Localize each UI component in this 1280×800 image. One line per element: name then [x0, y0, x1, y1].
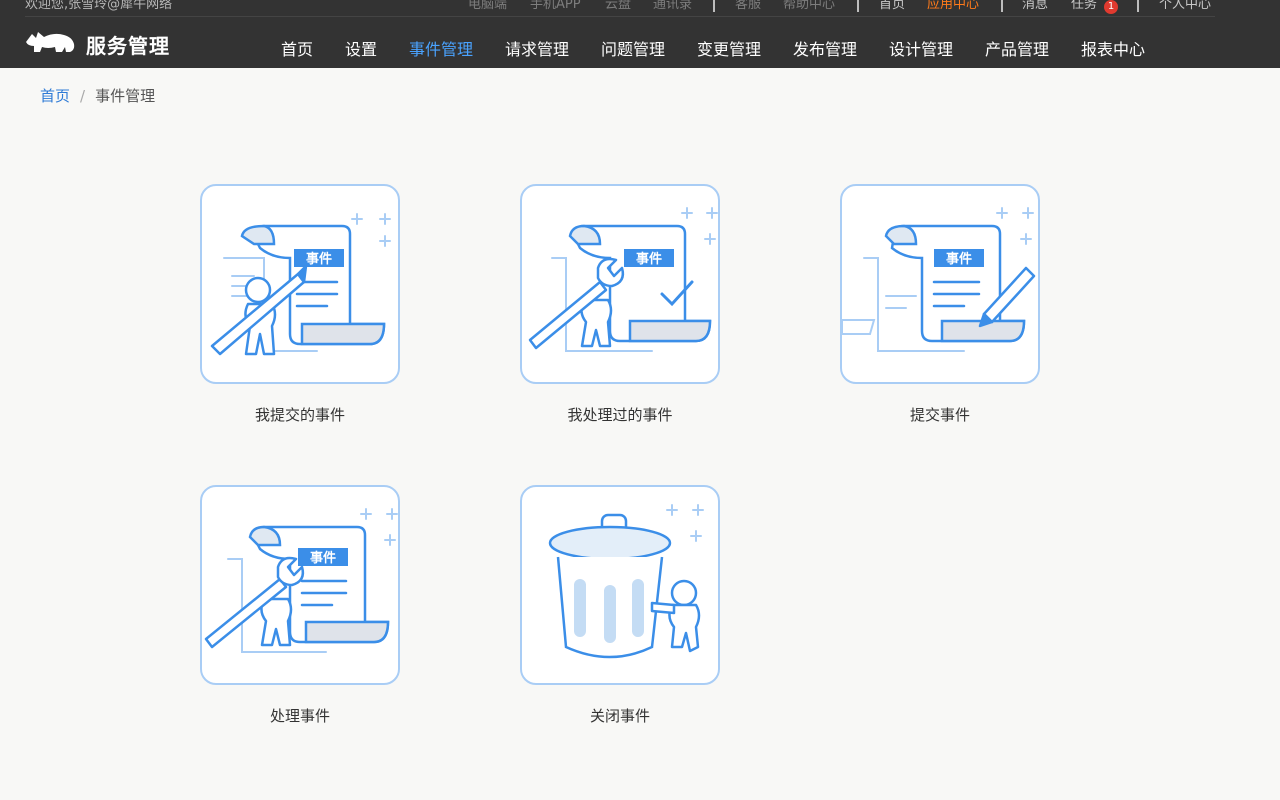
logo-text: 服务管理	[86, 34, 170, 58]
card-label: 我提交的事件	[254, 406, 345, 424]
rhino-logo-icon	[26, 32, 75, 52]
breadcrumb-home[interactable]: 首页	[40, 87, 70, 105]
card-icon-box: 事件	[200, 485, 400, 685]
header: 欢迎您,张雪玲@犀牛网络 电脑端 手机APP 云盘 通讯录 客服 帮助中心 首页…	[0, 0, 1280, 68]
top-divider	[713, 0, 715, 12]
nav-item-request-management[interactable]: 请求管理	[505, 36, 569, 60]
breadcrumb: 首页 / 事件管理	[40, 85, 155, 106]
card-label: 关闭事件	[589, 707, 650, 725]
card-submit-incident[interactable]: 事件 提交事件	[840, 184, 1040, 424]
trash-can-person-icon	[548, 504, 704, 659]
nav-item-product-management[interactable]: 产品管理	[985, 36, 1049, 60]
card-icon-box: 事件	[840, 184, 1040, 384]
welcome-text: 欢迎您,张雪玲@犀牛网络	[25, 0, 173, 12]
top-link-contacts[interactable]: 通讯录	[653, 0, 692, 12]
document-wrench-person-icon: 事件	[204, 508, 398, 653]
card-icon-box: 事件	[200, 184, 400, 384]
nav-item-release-management[interactable]: 发布管理	[793, 36, 857, 60]
card-my-submitted-incidents[interactable]: 事件 我提交的事件	[200, 184, 400, 424]
breadcrumb-current: 事件管理	[95, 87, 156, 105]
card-icon-box: 事件	[520, 184, 720, 384]
card-close-incident[interactable]: 关闭事件	[520, 485, 720, 725]
top-link-home[interactable]: 首页	[879, 0, 905, 12]
document-wrench-check-icon: 事件	[528, 207, 718, 352]
card-badge-text: 事件	[306, 251, 332, 267]
nav-item-design-management[interactable]: 设计管理	[889, 36, 953, 60]
top-link-mobile-app[interactable]: 手机APP	[530, 0, 581, 12]
task-count-badge: 1	[1104, 0, 1118, 14]
card-badge-text: 事件	[946, 251, 972, 267]
top-link-profile[interactable]: 个人中心	[1159, 0, 1211, 12]
card-badge-text: 事件	[636, 251, 662, 267]
card-label: 处理事件	[269, 707, 330, 725]
top-link-pc[interactable]: 电脑端	[468, 0, 507, 12]
card-icon-box	[520, 485, 720, 685]
top-divider	[857, 0, 859, 12]
nav-item-settings[interactable]: 设置	[345, 36, 377, 60]
top-divider	[1001, 0, 1003, 12]
nav-item-home[interactable]: 首页	[281, 36, 313, 60]
top-link-messages[interactable]: 消息	[1022, 0, 1048, 12]
document-pencil-person-icon: 事件	[210, 213, 391, 356]
top-divider	[1137, 0, 1139, 12]
breadcrumb-separator: /	[80, 87, 86, 105]
nav-item-change-management[interactable]: 变更管理	[697, 36, 761, 60]
card-handle-incident[interactable]: 事件 处理事件	[200, 485, 400, 725]
nav-item-problem-management[interactable]: 问题管理	[601, 36, 665, 60]
top-link-service[interactable]: 客服	[735, 0, 761, 12]
card-label: 提交事件	[909, 406, 970, 424]
top-link-tasks[interactable]: 任务	[1071, 0, 1097, 12]
top-link-app-center[interactable]: 应用中心	[927, 0, 979, 12]
top-bar: 欢迎您,张雪玲@犀牛网络 电脑端 手机APP 云盘 通讯录 客服 帮助中心 首页…	[0, 0, 1280, 14]
document-pencil-icon: 事件	[842, 207, 1036, 352]
top-link-cloud[interactable]: 云盘	[605, 0, 631, 12]
card-label: 我处理过的事件	[567, 406, 673, 424]
nav-item-report-center[interactable]: 报表中心	[1081, 36, 1145, 60]
top-divider-line	[25, 16, 1215, 17]
nav-item-incident-management[interactable]: 事件管理	[409, 36, 473, 60]
card-badge-text: 事件	[310, 550, 336, 566]
card-my-handled-incidents[interactable]: 事件 我处理过的事件	[520, 184, 720, 424]
top-link-help[interactable]: 帮助中心	[783, 0, 835, 12]
